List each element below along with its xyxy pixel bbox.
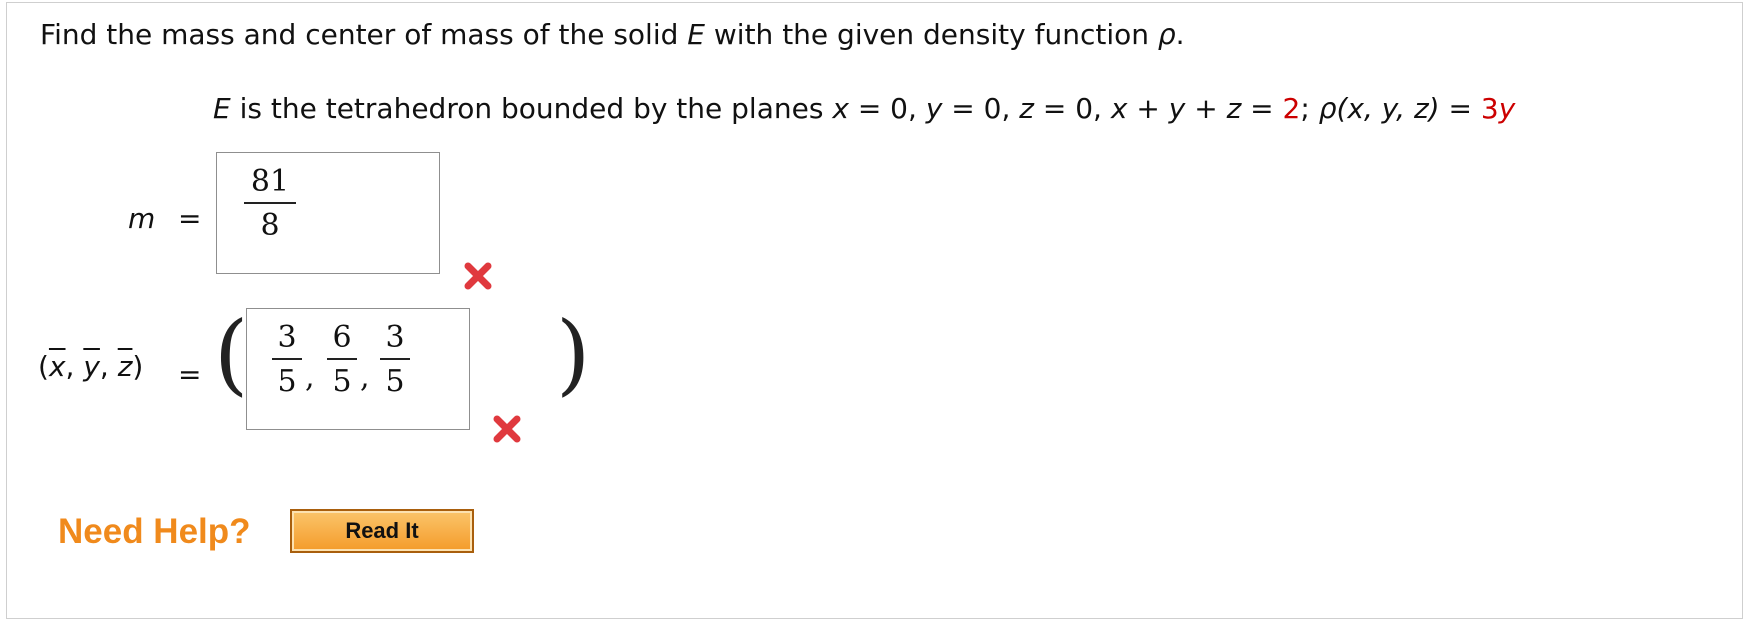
density-function: ρ(x, y, z)	[1318, 92, 1440, 125]
mass-label: m	[128, 202, 156, 235]
solid-symbol: E	[687, 18, 705, 51]
plane-x: x	[1110, 92, 1128, 125]
comma-1: ,	[305, 360, 315, 395]
rho-symbol: ρ	[1157, 18, 1176, 51]
read-it-button[interactable]: Read It	[290, 509, 474, 553]
center-fraction-3: 3 5	[380, 320, 410, 400]
mass-equals: =	[178, 202, 202, 235]
frac3-num: 3	[385, 320, 405, 355]
mass-answer-fraction: 81 8	[244, 164, 296, 244]
problem-period: .	[1175, 18, 1185, 51]
plane-y: y	[1168, 92, 1186, 125]
com-sep2: ,	[99, 350, 118, 383]
com-sep1: ,	[65, 350, 84, 383]
plane-plus2: +	[1185, 92, 1227, 125]
given-x: x	[832, 92, 849, 125]
given-conditions: E is the tetrahedron bounded by the plan…	[213, 92, 1515, 125]
incorrect-x-icon	[464, 262, 492, 290]
given-semicolon: ;	[1300, 92, 1319, 125]
given-eq1: = 0,	[848, 92, 926, 125]
given-text: is the tetrahedron bounded by the planes	[230, 92, 833, 125]
plane-plus1: +	[1127, 92, 1169, 125]
given-z: z	[1019, 92, 1034, 125]
center-fraction-1: 3 5	[272, 320, 302, 400]
problem-text-2: with the given density function	[704, 18, 1158, 51]
density-variable: y	[1498, 92, 1516, 125]
mass-denominator: 8	[260, 208, 280, 243]
comma-2: ,	[360, 360, 370, 395]
com-open: (	[38, 350, 49, 383]
frac2-num: 6	[332, 320, 352, 355]
frac3-den: 5	[385, 364, 405, 399]
mass-numerator: 81	[250, 164, 290, 199]
close-paren: )	[556, 302, 591, 405]
given-eq3: = 0,	[1033, 92, 1111, 125]
frac1-den: 5	[277, 364, 297, 399]
given-solid: E	[213, 92, 231, 125]
problem-statement: Find the mass and center of mass of the …	[40, 18, 1185, 51]
xbar: x	[48, 350, 66, 383]
frac2-bar	[327, 358, 357, 360]
center-fraction-2: 6 5	[327, 320, 357, 400]
plane-z: z	[1226, 92, 1242, 125]
open-paren: (	[214, 302, 249, 405]
density-coefficient: 3	[1480, 92, 1499, 125]
plane-value: 2	[1282, 92, 1301, 125]
frac3-bar	[380, 358, 410, 360]
center-of-mass-label: (x, y, z)	[38, 350, 143, 383]
plane-eq: =	[1241, 92, 1283, 125]
zbar: z	[117, 350, 133, 383]
center-equals: =	[178, 358, 202, 391]
frac2-den: 5	[332, 364, 352, 399]
density-eq: =	[1439, 92, 1481, 125]
incorrect-x-icon	[493, 415, 521, 443]
need-help-label: Need Help?	[58, 512, 251, 551]
fraction-bar	[244, 202, 296, 204]
frac1-bar	[272, 358, 302, 360]
problem-text: Find the mass and center of mass of the …	[40, 18, 688, 51]
ybar: y	[83, 350, 100, 383]
given-y: y	[925, 92, 943, 125]
com-close: )	[132, 350, 144, 383]
frac1-num: 3	[277, 320, 297, 355]
given-eq2: = 0,	[942, 92, 1020, 125]
